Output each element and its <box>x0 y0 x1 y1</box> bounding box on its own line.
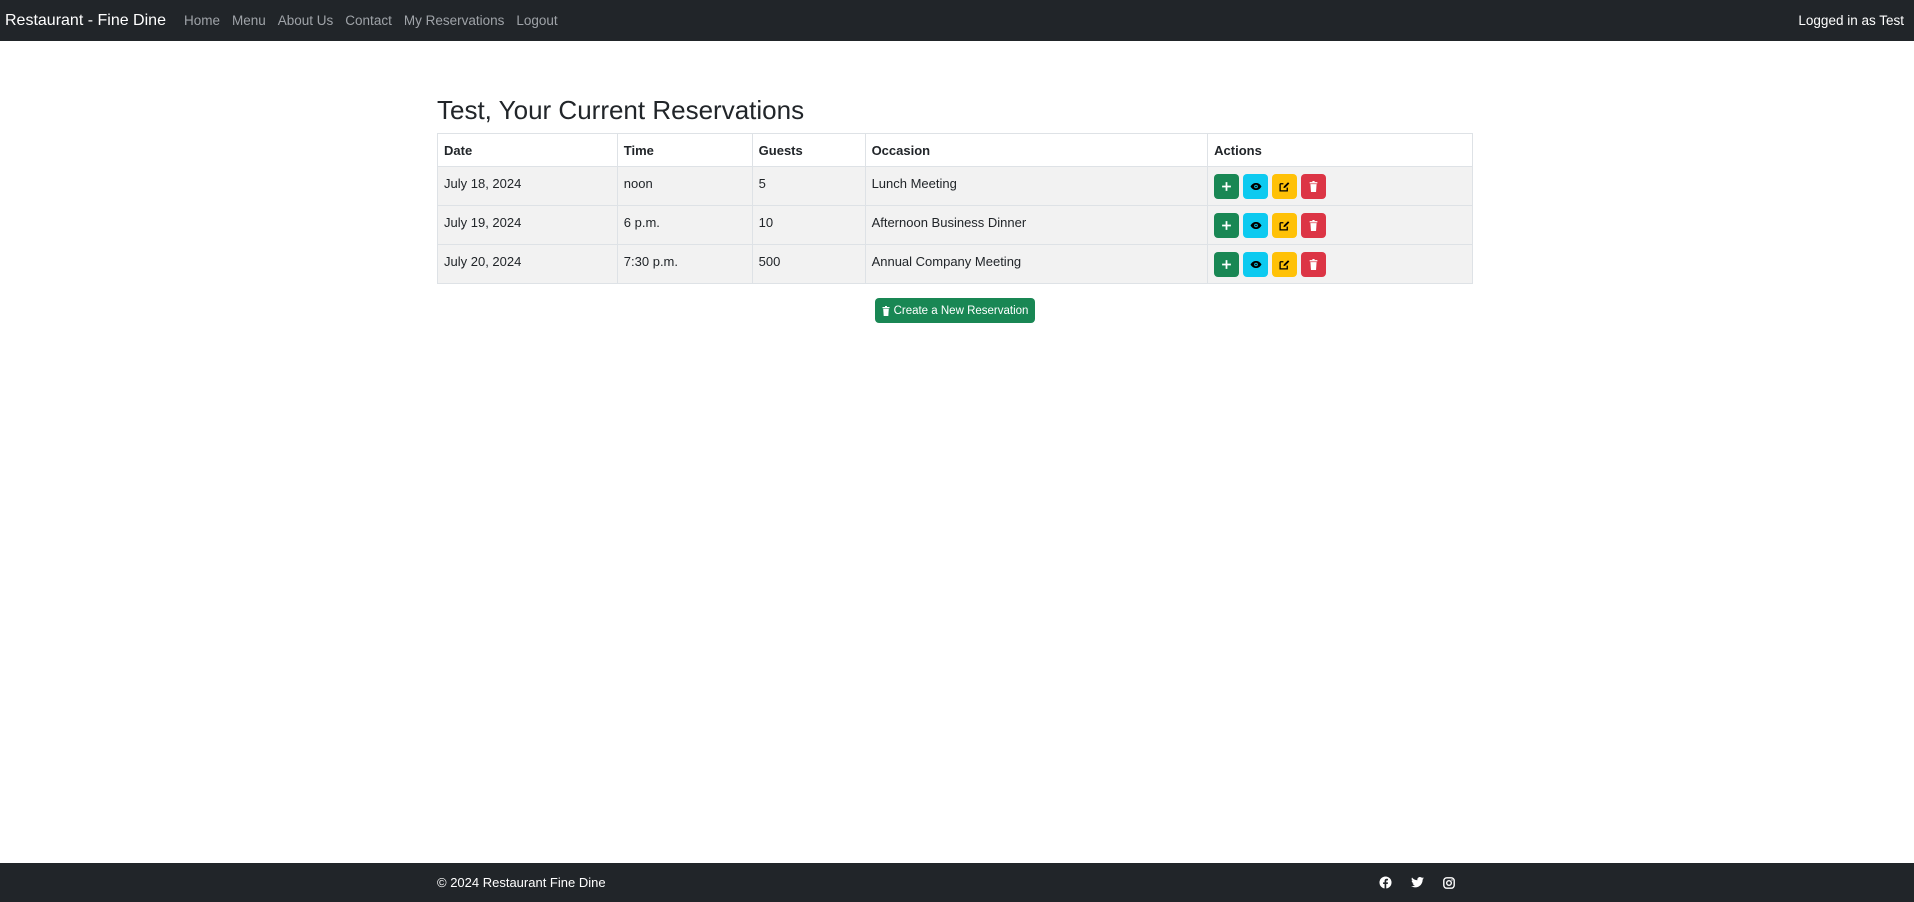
cell-guests: 10 <box>751 205 866 245</box>
cell-time: noon <box>616 166 753 206</box>
social-links <box>1378 863 1456 902</box>
edit-button[interactable] <box>1272 251 1298 277</box>
edit-button[interactable] <box>1272 173 1298 199</box>
nav-link-menu[interactable]: Menu <box>232 13 266 28</box>
plus-icon <box>1222 181 1232 191</box>
footer-copyright: © 2024 Restaurant Fine Dine <box>437 875 606 890</box>
facebook-icon <box>1378 876 1392 889</box>
edit-icon <box>1279 181 1290 192</box>
edit-icon <box>1279 259 1290 270</box>
table-header-row: Date Time Guests Occasion Actions <box>437 133 1473 167</box>
instagram-link[interactable] <box>1442 876 1456 890</box>
edit-icon <box>1279 220 1290 231</box>
login-status: Logged in as Test <box>1798 13 1904 28</box>
header-time: Time <box>616 133 753 167</box>
footer: © 2024 Restaurant Fine Dine <box>0 863 1914 902</box>
view-button[interactable] <box>1243 173 1269 199</box>
header-date: Date <box>437 133 618 167</box>
cell-time: 7:30 p.m. <box>616 244 753 284</box>
delete-button[interactable] <box>1301 251 1327 277</box>
eye-icon <box>1250 221 1262 229</box>
add-button[interactable] <box>1214 212 1240 238</box>
nav-link-my-reservations[interactable]: My Reservations <box>404 13 505 28</box>
trash-icon <box>882 305 890 316</box>
delete-button[interactable] <box>1301 173 1327 199</box>
create-button-wrap: Create a New Reservation <box>437 298 1473 323</box>
reservations-table: Date Time Guests Occasion Actions July 1… <box>437 133 1473 284</box>
nav-link-home[interactable]: Home <box>184 13 220 28</box>
cell-date: July 18, 2024 <box>437 166 618 206</box>
eye-icon <box>1250 260 1262 268</box>
nav-links: Home Menu About Us Contact My Reservatio… <box>178 13 564 28</box>
create-reservation-button[interactable]: Create a New Reservation <box>874 298 1036 323</box>
table-row: July 20, 2024 7:30 p.m. 500 Annual Compa… <box>437 244 1473 284</box>
twitter-icon <box>1410 877 1424 888</box>
trash-icon <box>1309 219 1318 231</box>
cell-date: July 20, 2024 <box>437 244 618 284</box>
nav-link-logout[interactable]: Logout <box>516 13 557 28</box>
nav-link-contact[interactable]: Contact <box>345 13 392 28</box>
cell-time: 6 p.m. <box>616 205 753 245</box>
twitter-link[interactable] <box>1410 876 1424 890</box>
table-row: July 18, 2024 noon 5 Lunch Meeting <box>437 166 1473 206</box>
page-title: Test, Your Current Reservations <box>437 95 805 125</box>
main-container: Test, Your Current Reservations Date Tim… <box>437 93 1473 323</box>
action-buttons <box>1214 173 1466 199</box>
cell-occasion: Afternoon Business Dinner <box>864 205 1209 245</box>
cell-date: July 19, 2024 <box>437 205 618 245</box>
table-row: July 19, 2024 6 p.m. 10 Afternoon Busine… <box>437 205 1473 245</box>
header-occasion: Occasion <box>864 133 1209 167</box>
cell-occasion: Lunch Meeting <box>864 166 1209 206</box>
edit-button[interactable] <box>1272 212 1298 238</box>
trash-icon <box>1309 258 1318 270</box>
action-buttons <box>1214 251 1466 277</box>
plus-icon <box>1222 220 1232 230</box>
cell-actions <box>1207 166 1473 206</box>
eye-icon <box>1250 182 1262 190</box>
add-button[interactable] <box>1214 173 1240 199</box>
facebook-link[interactable] <box>1378 876 1392 890</box>
add-button[interactable] <box>1214 251 1240 277</box>
cell-occasion: Annual Company Meeting <box>864 244 1209 284</box>
cell-guests: 500 <box>751 244 866 284</box>
instagram-icon <box>1443 876 1455 889</box>
trash-icon <box>1309 180 1318 192</box>
delete-button[interactable] <box>1301 212 1327 238</box>
view-button[interactable] <box>1243 212 1269 238</box>
nav-link-about-us[interactable]: About Us <box>278 13 334 28</box>
create-button-label: Create a New Reservation <box>893 304 1029 317</box>
navbar: Restaurant - Fine Dine Home Menu About U… <box>0 0 1914 41</box>
plus-icon <box>1222 259 1232 269</box>
action-buttons <box>1214 212 1466 238</box>
header-actions: Actions <box>1207 133 1473 167</box>
cell-actions <box>1207 205 1473 245</box>
view-button[interactable] <box>1243 251 1269 277</box>
cell-guests: 5 <box>751 166 866 206</box>
cell-actions <box>1207 244 1473 284</box>
brand-logo-link[interactable]: Restaurant - Fine Dine <box>5 12 166 30</box>
header-guests: Guests <box>751 133 866 167</box>
